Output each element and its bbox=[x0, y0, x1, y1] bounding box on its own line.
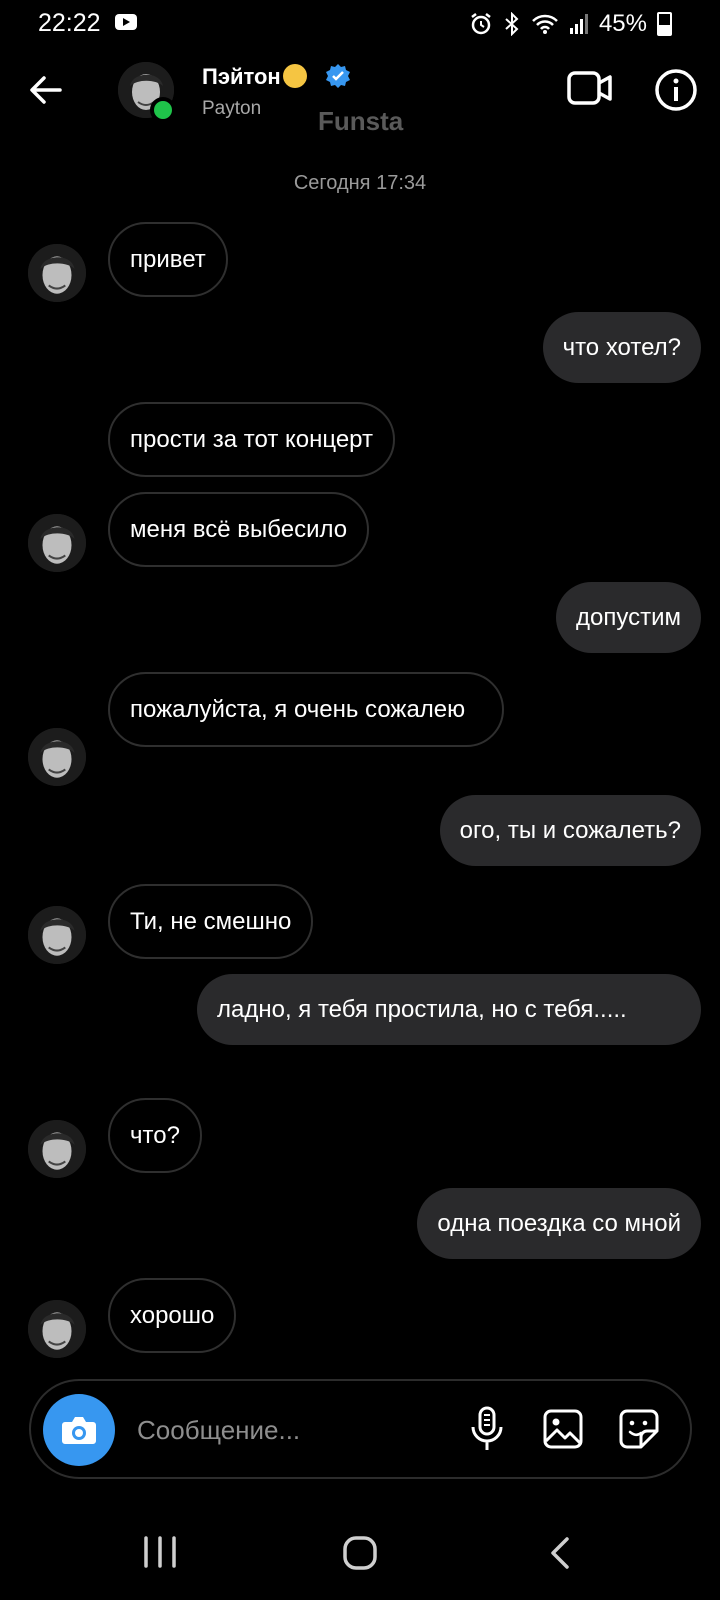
message-bubble-incoming[interactable]: пожалуйста, я очень сожалею bbox=[108, 672, 504, 747]
info-icon[interactable] bbox=[654, 68, 698, 112]
contact-name[interactable]: Пэйтон bbox=[202, 64, 307, 90]
sender-avatar[interactable] bbox=[28, 244, 86, 302]
online-status-dot bbox=[150, 97, 176, 123]
status-bar: 22:22 45% bbox=[0, 0, 720, 48]
avatar-image bbox=[28, 906, 86, 964]
signal-icon bbox=[569, 14, 588, 34]
message-bubble-outgoing[interactable]: ого, ты и сожалеть? bbox=[439, 795, 701, 866]
back-arrow-icon[interactable] bbox=[26, 70, 66, 110]
youtube-notification-icon bbox=[115, 14, 137, 30]
bluetooth-icon bbox=[505, 12, 519, 36]
avatar-image bbox=[28, 728, 86, 786]
message-bubble-incoming[interactable]: хорошо bbox=[108, 1278, 237, 1353]
gallery-icon[interactable] bbox=[541, 1407, 585, 1451]
wifi-icon bbox=[532, 14, 558, 34]
system-navigation-bar bbox=[0, 1515, 720, 1600]
chat-header: Пэйтон Payton Funsta bbox=[0, 50, 720, 140]
message-bubble-incoming[interactable]: меня всё выбесило bbox=[108, 492, 370, 567]
sticker-icon[interactable] bbox=[617, 1407, 661, 1451]
video-call-icon[interactable] bbox=[566, 68, 614, 108]
system-back-icon[interactable] bbox=[545, 1535, 575, 1571]
unamused-emoji-icon bbox=[282, 64, 307, 88]
battery-icon bbox=[657, 12, 672, 36]
avatar-image bbox=[28, 514, 86, 572]
microphone-icon[interactable] bbox=[465, 1405, 509, 1453]
sender-avatar[interactable] bbox=[28, 1300, 86, 1358]
message-bubble-outgoing[interactable]: что хотел? bbox=[542, 312, 701, 383]
avatar-image bbox=[28, 1120, 86, 1178]
sender-avatar[interactable] bbox=[28, 1120, 86, 1178]
status-time: 22:22 bbox=[38, 9, 101, 37]
recent-apps-icon[interactable] bbox=[140, 1535, 180, 1569]
sender-avatar[interactable] bbox=[28, 728, 86, 786]
message-bubble-outgoing[interactable]: допустим bbox=[556, 582, 701, 653]
message-bubble-outgoing[interactable]: ладно, я тебя простила, но с тебя..... bbox=[197, 974, 701, 1045]
message-bubble-outgoing[interactable]: одна поездка со мной bbox=[417, 1188, 701, 1259]
home-icon[interactable] bbox=[342, 1535, 378, 1571]
camera-button[interactable] bbox=[43, 1394, 115, 1466]
contact-username: Payton bbox=[202, 98, 262, 119]
battery-percent: 45% bbox=[598, 10, 647, 37]
message-bubble-incoming[interactable]: Ти, не смешно bbox=[108, 884, 314, 959]
conversation-timestamp: Сегодня 17:34 bbox=[293, 172, 427, 194]
avatar-image bbox=[28, 244, 86, 302]
contact-name-text: Пэйтон bbox=[202, 64, 281, 89]
verified-badge-icon bbox=[326, 64, 350, 88]
message-bubble-incoming[interactable]: привет bbox=[108, 222, 228, 297]
message-composer bbox=[29, 1379, 692, 1479]
sender-avatar[interactable] bbox=[28, 514, 86, 572]
message-bubble-incoming[interactable]: прости за тот концерт bbox=[108, 402, 395, 477]
message-input[interactable] bbox=[135, 1409, 429, 1451]
avatar-image bbox=[28, 1300, 86, 1358]
sender-avatar[interactable] bbox=[28, 906, 86, 964]
watermark-text: Funsta bbox=[318, 106, 404, 136]
camera-icon bbox=[62, 1417, 96, 1444]
status-icons: 45% bbox=[469, 10, 672, 38]
message-bubble-incoming[interactable]: что? bbox=[108, 1098, 202, 1173]
alarm-icon bbox=[471, 13, 491, 35]
